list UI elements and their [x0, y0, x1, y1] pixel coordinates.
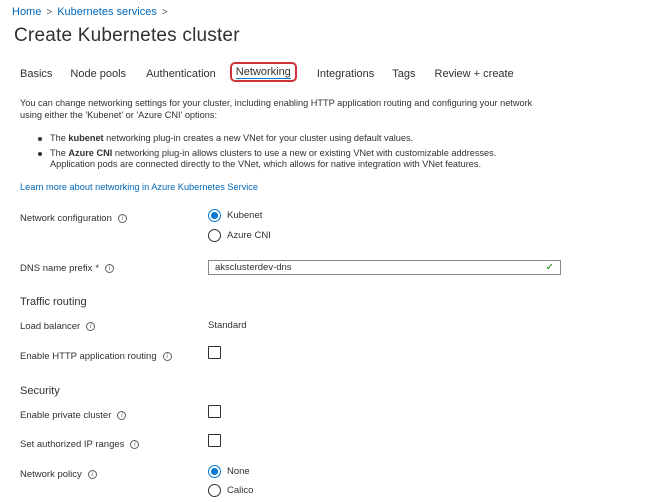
- radio-network-policy-none[interactable]: None: [208, 465, 250, 478]
- radio-button-checked[interactable]: [208, 465, 221, 478]
- radio-kubenet[interactable]: Kubenet: [208, 209, 262, 222]
- field-label-text: Enable private cluster: [20, 410, 112, 421]
- info-icon[interactable]: i: [162, 352, 172, 361]
- private-cluster-label: Enable private cluster i: [20, 410, 127, 421]
- bullet-text: networking plug-in allows clusters to us…: [50, 147, 497, 170]
- load-balancer-value: Standard: [208, 320, 247, 331]
- radio-label: Kubenet: [227, 210, 263, 221]
- field-label-text: Network policy: [20, 469, 82, 480]
- security-heading: Security: [20, 385, 60, 397]
- dns-name-prefix-input[interactable]: aksclusterdev-dns ✓: [208, 260, 561, 275]
- chevron-right-icon: >: [161, 6, 168, 18]
- tab-review-create[interactable]: Review + create: [435, 68, 514, 80]
- input-value: aksclusterdev-dns: [215, 262, 292, 273]
- radio-button[interactable]: [208, 229, 221, 242]
- plugin-bullet-list: The kubenet networking plug-in creates a…: [38, 133, 538, 171]
- radio-azure-cni[interactable]: Azure CNI: [208, 229, 271, 242]
- traffic-routing-heading: Traffic routing: [20, 296, 87, 308]
- info-icon[interactable]: i: [86, 322, 96, 331]
- field-label-text: Load balancer: [20, 321, 81, 332]
- tab-networking[interactable]: Networking: [229, 62, 297, 82]
- network-configuration-label: Network configuration i: [20, 213, 127, 224]
- radio-button[interactable]: [208, 484, 221, 497]
- authorized-ip-ranges-label: Set authorized IP ranges i: [20, 439, 140, 450]
- private-cluster-checkbox[interactable]: [208, 405, 221, 418]
- tab-basics[interactable]: Basics: [20, 68, 52, 80]
- chevron-right-icon: >: [46, 6, 53, 18]
- tab-integrations[interactable]: Integrations: [317, 68, 374, 80]
- radio-network-policy-calico[interactable]: Calico: [208, 484, 253, 497]
- info-icon[interactable]: i: [117, 214, 127, 223]
- network-policy-label: Network policy i: [20, 469, 97, 480]
- wizard-tabs: Basics Node pools Authentication Network…: [20, 62, 514, 82]
- bullet-prefix: The: [50, 133, 69, 143]
- info-icon[interactable]: i: [130, 440, 140, 449]
- radio-button-checked[interactable]: [208, 209, 221, 222]
- breadcrumb-home-link[interactable]: Home: [12, 6, 41, 18]
- breadcrumb: Home > Kubernetes services >: [12, 6, 173, 18]
- more-options-icon[interactable]: ...: [214, 27, 228, 42]
- http-routing-checkbox[interactable]: [208, 346, 221, 359]
- load-balancer-label: Load balancer i: [20, 321, 96, 332]
- page-title: Create Kubernetes cluster: [14, 25, 240, 46]
- field-label-text: Network configuration: [20, 213, 112, 224]
- field-label-text: Enable HTTP application routing: [20, 351, 157, 362]
- dns-name-prefix-label: DNS name prefix * i: [20, 263, 115, 274]
- bullet-text: networking plug-in creates a new VNet fo…: [103, 133, 414, 143]
- required-asterisk: *: [95, 263, 100, 274]
- radio-label: Calico: [227, 485, 254, 496]
- field-label-text: DNS name prefix: [20, 263, 93, 274]
- list-item: The Azure CNI networking plug-in allows …: [38, 148, 538, 171]
- radio-label: Azure CNI: [227, 230, 271, 241]
- bullet-prefix: The: [50, 147, 69, 158]
- field-label-text: Set authorized IP ranges: [20, 439, 125, 450]
- tab-tags[interactable]: Tags: [392, 68, 415, 80]
- tab-authentication[interactable]: Authentication: [146, 68, 216, 80]
- authorized-ip-ranges-checkbox[interactable]: [208, 434, 221, 447]
- list-item: The kubenet networking plug-in creates a…: [38, 133, 538, 145]
- info-icon[interactable]: i: [105, 264, 115, 273]
- networking-description: You can change networking settings for y…: [20, 98, 533, 120]
- info-icon[interactable]: i: [117, 411, 127, 420]
- bullet-bold-term: kubenet: [68, 133, 104, 143]
- tab-node-pools[interactable]: Node pools: [70, 68, 126, 80]
- radio-label: None: [227, 466, 250, 477]
- breadcrumb-kubernetes-services-link[interactable]: Kubernetes services: [57, 6, 157, 18]
- checkmark-icon: ✓: [545, 262, 554, 273]
- http-routing-label: Enable HTTP application routing i: [20, 351, 172, 362]
- info-icon[interactable]: i: [87, 470, 97, 479]
- learn-more-link[interactable]: Learn more about networking in Azure Kub…: [20, 182, 258, 192]
- bullet-bold-term: Azure CNI: [68, 147, 113, 158]
